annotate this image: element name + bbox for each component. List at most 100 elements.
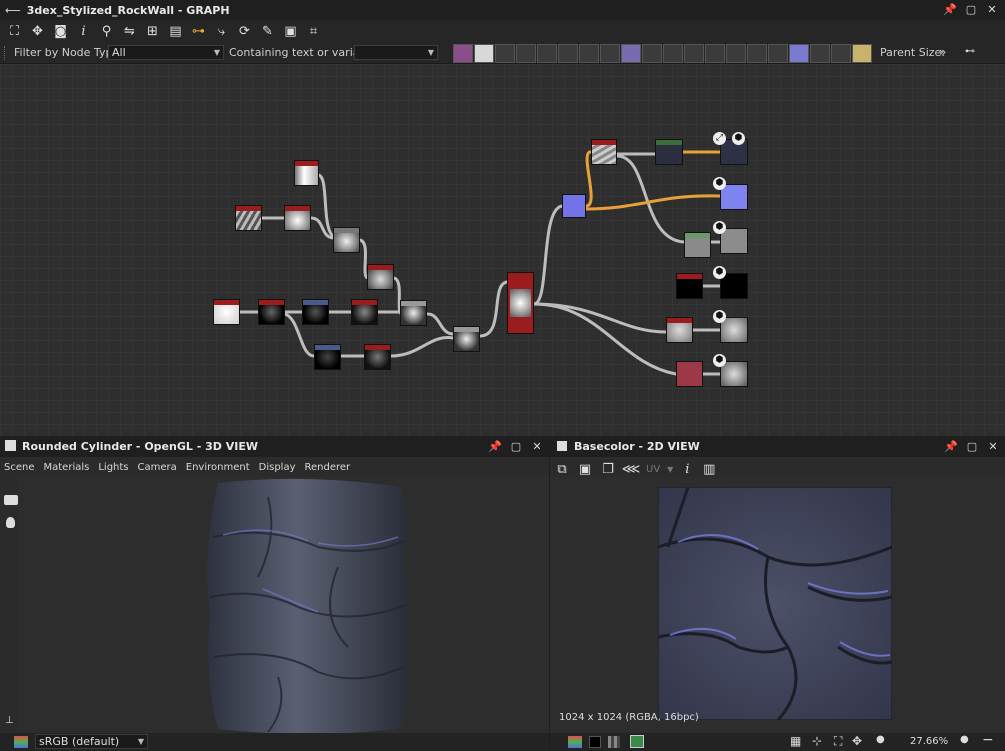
display-icon[interactable] [630,735,644,748]
frame-icon[interactable]: ⛶ [4,21,25,41]
graph-node[interactable] [294,160,319,186]
graph-node[interactable] [258,299,285,325]
maximize-icon[interactable]: ▢ [509,440,523,454]
node-filter-button[interactable] [453,44,473,63]
layers-icon[interactable] [14,736,28,748]
graph-node[interactable] [333,227,360,253]
zoom-level[interactable]: 27.66% [910,736,948,747]
graph-node[interactable] [684,232,711,258]
close-icon[interactable]: ✕ [530,440,544,454]
node-filter-button[interactable] [768,44,788,63]
node-filter-button[interactable] [747,44,767,63]
parent-size-more[interactable]: » [939,45,946,59]
connect-icon[interactable]: ⇋ [119,21,140,41]
graph-node[interactable] [235,205,262,231]
graph-node[interactable] [507,272,534,334]
containing-input[interactable]: ▼ [354,45,438,60]
node-type-select[interactable]: All ▼ [108,45,224,60]
menu-item-camera[interactable]: Camera [138,462,177,473]
histogram-icon[interactable]: ▥ [701,459,717,479]
save-icon[interactable]: ▣ [577,459,593,479]
graph-node[interactable] [364,344,391,370]
3d-viewport[interactable] [18,477,549,734]
cycle-icon[interactable]: ⟳ [234,21,255,41]
fit-icon[interactable]: ⛶ [834,734,842,749]
node-filter-button[interactable] [852,44,872,63]
graph-node[interactable] [655,139,683,165]
pin-icon[interactable]: 📌 [943,3,957,17]
node-filter-button[interactable] [495,44,515,63]
layers-icon[interactable]: ▤ [165,21,186,41]
graph-node[interactable] [400,300,427,326]
hierarchy-icon[interactable]: ⊞ [142,21,163,41]
graph-node[interactable] [314,344,341,370]
graph-node[interactable] [284,205,311,231]
node-filter-button[interactable] [621,44,641,63]
menu-item-display[interactable]: Display [259,462,296,473]
graph-node[interactable] [666,317,693,343]
2d-viewport[interactable]: 1024 x 1024 (RGBA, 16bpc) [550,477,1005,733]
tile-icon[interactable]: ⊹ [812,734,822,748]
screenshot-icon[interactable]: ▣ [280,21,301,41]
menu-item-scene[interactable]: Scene [4,462,35,473]
graph-node[interactable] [213,299,240,325]
graph-node[interactable] [676,273,703,299]
share-icon[interactable]: ⋘ [622,459,641,479]
node-filter-button[interactable] [537,44,557,63]
node-filter-button[interactable] [726,44,746,63]
uv-label[interactable]: UV [646,464,660,475]
node-filter-button[interactable] [663,44,683,63]
node-filter-button[interactable] [684,44,704,63]
checker-icon[interactable] [608,736,620,748]
copy-icon[interactable]: ⧉ [554,459,570,479]
dock-icon[interactable]: ⊷ [965,46,983,58]
pin-icon[interactable]: 📌 [944,440,958,454]
grid-icon[interactable]: ▦ [790,734,801,748]
info-icon[interactable]: i [73,21,94,41]
wrench-icon[interactable]: ✎ [257,21,278,41]
camera-icon[interactable]: ◙ [50,21,71,41]
graph-node[interactable] [453,326,480,352]
duplicate-icon[interactable]: ❐ [600,459,616,479]
menu-item-environment[interactable]: Environment [186,462,250,473]
node-filter-button[interactable] [831,44,851,63]
graph-node[interactable] [367,264,394,290]
graph-canvas[interactable]: ⤢ ⬢ ⬢ ⬢ ⬢ ⬢ ⬢ [0,64,1005,436]
menu-item-renderer[interactable]: Renderer [305,462,351,473]
graph-node[interactable] [562,194,586,218]
black-bg-icon[interactable] [589,736,601,748]
layers-icon[interactable] [568,736,582,748]
camera-icon[interactable] [4,495,18,505]
light-icon[interactable] [6,517,15,528]
node-filter-button[interactable] [579,44,599,63]
info-icon[interactable]: i [680,459,694,479]
colorspace-select[interactable]: sRGB (default) ▼ [35,734,148,749]
maximize-icon[interactable]: ▢ [965,440,979,454]
wire [389,336,455,358]
menu-item-lights[interactable]: Lights [98,462,128,473]
node-filter-button[interactable] [789,44,809,63]
menu-item-materials[interactable]: Materials [44,462,90,473]
node-filter-button[interactable] [705,44,725,63]
node-filter-button[interactable] [474,44,494,63]
graph-node[interactable] [676,361,703,387]
pan-icon[interactable]: ✥ [27,21,48,41]
align-icon[interactable]: ⌗ [303,21,324,41]
close-icon[interactable]: ✕ [985,3,999,17]
pan-icon[interactable]: ✥ [852,734,862,748]
node-filter-button[interactable] [642,44,662,63]
node-filter-button[interactable] [558,44,578,63]
graph-node[interactable] [302,299,329,325]
node-filter-button[interactable] [516,44,536,63]
node-filter-button[interactable] [600,44,620,63]
search-icon[interactable]: ⚲ [96,21,117,41]
pin-icon[interactable]: 📌 [488,440,502,454]
link-icon[interactable]: ⊶ [188,21,209,41]
branch-icon[interactable]: ⤷ [211,21,232,41]
graph-node[interactable] [351,299,378,325]
close-icon[interactable]: ✕ [986,440,1000,454]
maximize-icon[interactable]: ▢ [964,3,978,17]
graph-node[interactable] [591,139,617,165]
node-filter-button[interactable] [810,44,830,63]
zoom-out-icon[interactable]: − [982,732,994,748]
